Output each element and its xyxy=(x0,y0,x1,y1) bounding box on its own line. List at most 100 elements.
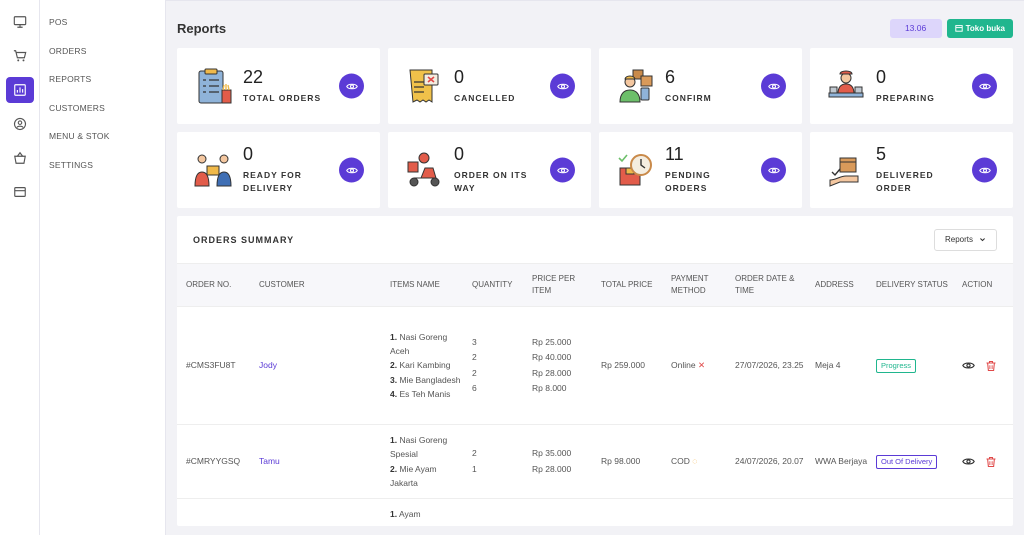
customer-link[interactable] xyxy=(255,499,386,535)
column-header: ITEMS NAME xyxy=(390,280,440,289)
view-total-orders-button[interactable] xyxy=(339,73,364,99)
table-row: #CMS3FU8T Jody 1. Nasi Goreng Aceh 2. Ka… xyxy=(177,307,1013,425)
card-count: 22 xyxy=(243,66,264,87)
order-no: #CMRYYGSQ xyxy=(186,455,241,466)
trash-icon[interactable] xyxy=(985,456,997,468)
time-badge: 13.06 xyxy=(889,18,942,38)
view-preparing-button[interactable] xyxy=(972,73,997,99)
customer-link[interactable]: Jody xyxy=(255,307,386,425)
view-ready-button[interactable] xyxy=(339,157,364,183)
card-count: 0 xyxy=(876,66,887,87)
rail-menu[interactable] xyxy=(6,145,34,171)
eye-icon[interactable] xyxy=(962,359,975,372)
item-line: 1. Nasi Goreng Aceh xyxy=(390,332,448,357)
customers-icon xyxy=(13,117,26,131)
customer-link[interactable]: Tamu xyxy=(255,425,386,499)
column-header: TOTAL PRICE xyxy=(601,280,653,289)
column-header: ORDER NO. xyxy=(186,280,232,289)
rail-orders[interactable] xyxy=(6,43,34,69)
items-cell: 1. Ayam xyxy=(386,499,468,535)
failed-x-icon: ✕ xyxy=(697,359,706,370)
delivery-status: Out Of Delivery xyxy=(872,425,958,499)
card-count: 0 xyxy=(454,66,465,87)
side-menu: POS ORDERS REPORTS CUSTOMERS MENU & STOK… xyxy=(40,0,166,535)
menu-item-reports[interactable]: REPORTS xyxy=(40,65,165,94)
item-line: 1. Ayam xyxy=(390,509,421,519)
settings-icon xyxy=(13,187,26,197)
reports-dropdown[interactable]: Reports xyxy=(933,228,997,251)
courier-boxes-icon xyxy=(613,64,657,108)
basket-icon xyxy=(13,151,26,164)
menu-item-pos[interactable]: POS xyxy=(40,8,165,37)
card-label: PENDING ORDERS xyxy=(665,170,711,193)
menu-item-menu-stok[interactable]: MENU & STOK xyxy=(40,122,165,151)
column-header: DELIVERY STATUS xyxy=(876,280,948,289)
status-badge: Progress xyxy=(876,358,917,373)
rail-settings[interactable] xyxy=(6,179,34,205)
view-confirm-button[interactable] xyxy=(761,73,786,99)
store-status-label: Toko buka xyxy=(965,23,1005,33)
eye-icon xyxy=(345,167,358,173)
summary-title: ORDERS SUMMARY xyxy=(193,234,295,245)
card-label: READY FOR DELIVERY xyxy=(243,170,302,193)
order-no xyxy=(177,499,255,535)
chef-cooking-icon xyxy=(824,64,868,108)
view-pending-button[interactable] xyxy=(761,157,786,183)
card-pending-orders: 11 PENDING ORDERS xyxy=(599,132,802,208)
view-cancelled-button[interactable] xyxy=(550,73,575,99)
store-icon xyxy=(954,25,963,32)
eye-icon xyxy=(556,167,569,173)
handover-food-icon xyxy=(191,148,235,192)
payment-method: Online ✕ xyxy=(671,359,706,370)
menu-item-orders[interactable]: ORDERS xyxy=(40,37,165,66)
pending-clock-box-icon xyxy=(613,148,657,192)
card-delivered-order: 5 DELIVERED ORDER xyxy=(810,132,1013,208)
card-label: DELIVERED ORDER xyxy=(876,170,934,193)
icon-rail xyxy=(0,0,40,535)
card-ready-for-delivery: 0 READY FOR DELIVERY xyxy=(177,132,380,208)
card-label: ORDER ON ITS WAY xyxy=(454,170,528,193)
delivery-status: Progress xyxy=(872,307,958,425)
card-count: 5 xyxy=(876,144,887,165)
header-actions: 13.06 Toko buka xyxy=(889,18,1013,38)
card-label: TOTAL ORDERS xyxy=(243,92,322,103)
monitor-icon xyxy=(13,16,26,28)
delivered-package-icon xyxy=(824,148,868,192)
address: Meja 4 xyxy=(815,359,841,370)
trash-icon[interactable] xyxy=(985,360,997,372)
total-price: Rp 98.000 xyxy=(601,455,641,466)
eye-icon xyxy=(978,83,991,89)
main-content: Reports 13.06 Toko buka 22 TOTAL ORDERS xyxy=(166,0,1024,535)
reports-icon xyxy=(13,84,26,96)
summary-header: ORDERS SUMMARY Reports xyxy=(177,216,1013,263)
menu-item-customers[interactable]: CUSTOMERS xyxy=(40,94,165,123)
eye-icon xyxy=(767,167,780,173)
rail-pos[interactable] xyxy=(6,9,34,35)
column-header: PRICE PER ITEM xyxy=(532,274,576,295)
prices-cell: Rp 35.000 Rp 28.000 xyxy=(532,448,572,474)
card-count: 0 xyxy=(454,144,465,165)
action-cell xyxy=(958,307,1013,425)
cart-icon xyxy=(13,50,26,62)
rail-customers[interactable] xyxy=(6,111,34,137)
rail-reports[interactable] xyxy=(5,77,34,103)
item-line: 4. Es Teh Manis xyxy=(390,388,451,399)
item-line: 1. Nasi Goreng Spesial xyxy=(390,435,448,460)
scooter-delivery-icon xyxy=(402,148,446,192)
store-status-button[interactable]: Toko buka xyxy=(946,18,1013,38)
item-line: 3. Mie Bangladesh xyxy=(390,374,461,385)
menu-item-settings[interactable]: SETTINGS xyxy=(40,151,165,180)
view-delivered-button[interactable] xyxy=(972,157,997,183)
cancelled-receipt-icon xyxy=(402,64,446,108)
card-count: 11 xyxy=(665,144,684,165)
items-cell: 1. Nasi Goreng Spesial 2. Mie Ayam Jakar… xyxy=(386,425,468,499)
dropdown-label: Reports xyxy=(944,235,973,244)
total-price: Rp 259.000 xyxy=(601,359,645,370)
table-row: 1. Ayam xyxy=(177,499,1013,535)
eye-icon[interactable] xyxy=(962,455,975,468)
table-header-row: ORDER NO. CUSTOMER ITEMS NAME QUANTITY P… xyxy=(177,263,1013,307)
orders-summary: ORDERS SUMMARY Reports ORDER NO. CUSTOME… xyxy=(177,216,1013,526)
page-header: Reports 13.06 Toko buka xyxy=(177,1,1013,47)
view-on-its-way-button[interactable] xyxy=(550,157,575,183)
card-label: CONFIRM xyxy=(665,92,712,103)
